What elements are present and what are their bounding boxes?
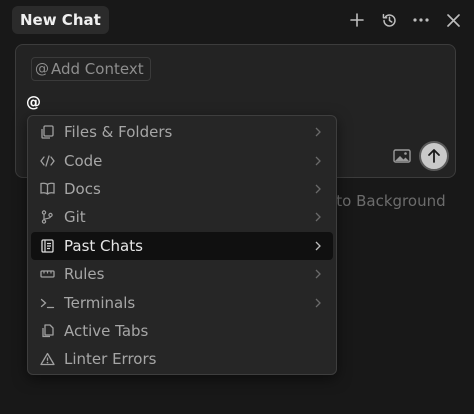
chevron-right-icon [315, 156, 321, 166]
code-icon [39, 153, 55, 169]
arrow-up-icon [428, 149, 440, 163]
terminal-icon [39, 295, 55, 311]
add-context-button[interactable]: @ Add Context [31, 57, 151, 81]
more-options-button[interactable] [410, 9, 432, 31]
add-context-label: Add Context [51, 60, 144, 78]
menu-item-label: Rules [64, 265, 105, 284]
menu-item-active-tabs[interactable]: Active Tabs [31, 317, 333, 345]
ruler-icon [39, 266, 55, 282]
chevron-right-icon [315, 269, 321, 279]
menu-item-label: Files & Folders [64, 123, 173, 142]
image-icon [393, 149, 411, 163]
menu-item-git[interactable]: Git [31, 203, 333, 231]
menu-item-docs[interactable]: Docs [31, 175, 333, 203]
chevron-right-icon [315, 241, 321, 251]
menu-item-label: Code [64, 151, 103, 170]
document-icon [39, 238, 55, 254]
chevron-right-icon [315, 127, 321, 137]
chat-title-text: New Chat [20, 11, 101, 29]
files-icon [39, 124, 55, 140]
more-icon [413, 18, 429, 22]
at-icon: @ [35, 61, 49, 77]
menu-item-rules[interactable]: Rules [31, 260, 333, 288]
menu-item-label: Active Tabs [64, 321, 149, 340]
send-button[interactable] [419, 141, 449, 171]
chat-tab-title[interactable]: New Chat [12, 6, 109, 34]
menu-item-label: Git [64, 208, 86, 227]
header-actions [346, 8, 464, 32]
git-branch-icon [39, 209, 55, 225]
menu-item-label: Docs [64, 179, 101, 198]
menu-item-terminals[interactable]: Terminals [31, 288, 333, 316]
menu-item-label: Past Chats [64, 236, 143, 255]
menu-item-files-folders[interactable]: Files & Folders [31, 118, 333, 146]
menu-item-code[interactable]: Code [31, 146, 333, 174]
attach-image-button[interactable] [393, 148, 411, 164]
background-hint-text: d to Background [322, 192, 446, 210]
composer-input-text[interactable]: @ [26, 93, 41, 111]
menu-item-label: Terminals [64, 293, 136, 312]
chevron-right-icon [315, 298, 321, 307]
mention-menu: Files & Folders Code Docs Git Past Chats… [27, 115, 337, 375]
menu-item-linter-errors[interactable]: Linter Errors [31, 345, 333, 373]
menu-item-label: Linter Errors [64, 350, 157, 369]
chevron-right-icon [315, 212, 321, 222]
plus-icon [350, 13, 364, 27]
close-panel-button[interactable] [442, 9, 464, 31]
warning-icon [39, 351, 55, 367]
chevron-right-icon [315, 184, 321, 194]
history-icon [382, 13, 396, 27]
menu-item-past-chats[interactable]: Past Chats [31, 231, 333, 260]
new-chat-button[interactable] [346, 9, 368, 31]
close-icon [446, 13, 460, 27]
chat-panel: New Chat @ Add Context @ d to Background… [0, 0, 474, 414]
copy-icon [39, 323, 55, 339]
book-icon [39, 181, 55, 197]
history-button[interactable] [378, 9, 400, 31]
